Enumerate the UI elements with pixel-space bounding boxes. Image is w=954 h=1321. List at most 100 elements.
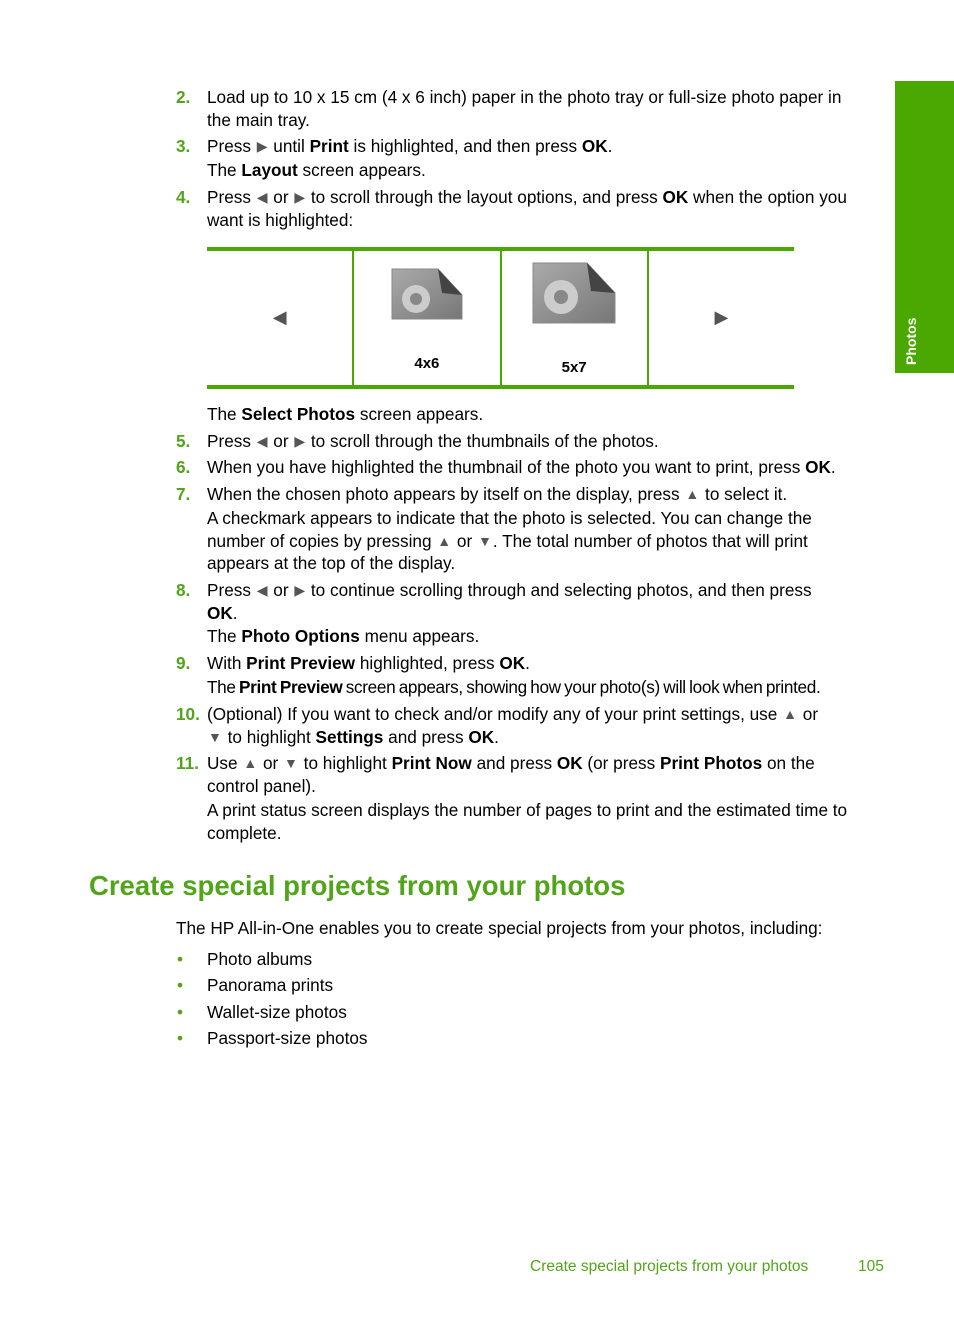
step-note: The Photo Options menu appears. (207, 625, 479, 648)
text: . (830, 457, 836, 477)
bold-text: Print Preview (239, 677, 343, 697)
down-arrow-icon: ▼ (208, 728, 222, 745)
bold-text: OK (499, 653, 526, 673)
text: or (268, 580, 294, 600)
text: . (607, 136, 613, 156)
text: to highlight (298, 753, 392, 773)
right-arrow-icon: ▶ (294, 582, 306, 598)
left-arrow-icon: ◀ (256, 582, 268, 598)
step-number: 3. (176, 136, 191, 156)
step-item: 4. Press ◀ or ▶ to scroll through the lay… (176, 186, 847, 231)
section-heading: Create special projects from your photos (89, 870, 626, 901)
right-arrow-icon: ▶ (294, 433, 306, 449)
step-item: 2. Load up to 10 x 15 cm (4 x 6 inch) pap… (176, 86, 842, 131)
text: (Optional) If you want to check and/or m… (207, 704, 783, 724)
step-note: The Select Photos screen appears. (207, 403, 483, 426)
bullet-text: Passport-size photos (207, 1028, 368, 1048)
document-page: Photos 2. Load up to 10 x 15 cm (4 x 6 in… (0, 0, 954, 1321)
bold-text: Print Now (391, 753, 472, 773)
text: Press (207, 136, 256, 156)
text: Press (207, 431, 256, 451)
photo-thumbnail-icon (391, 268, 463, 320)
bullet-item: • Wallet-size photos (177, 1001, 347, 1024)
text: highlighted, press (355, 653, 500, 673)
text: when the option you (688, 187, 847, 207)
step-note: A print status screen displays the numbe… (207, 799, 847, 844)
bullet-icon: • (177, 949, 184, 969)
bullet-icon: • (177, 1028, 184, 1048)
text: control panel). (207, 775, 316, 796)
text: or (268, 187, 294, 207)
left-arrow-icon: ◀ (256, 189, 268, 205)
text: . (494, 726, 499, 747)
text: The (207, 404, 242, 424)
text: When you have highlighted the thumbnail … (207, 457, 806, 477)
bullet-text: Wallet-size photos (207, 1002, 347, 1022)
step-number: 7. (176, 484, 191, 504)
bold-text: OK (805, 457, 831, 477)
step-item: 6. When you have highlighted the thumbnai… (176, 456, 836, 479)
step-item: 8. Press ◀ or ▶ to continue scrolling thr… (176, 579, 812, 624)
step-item: 9. With Print Preview highlighted, press … (176, 652, 530, 675)
step-item: 3. Press ▶ until Print is highlighted, an… (176, 135, 613, 158)
down-arrow-icon: ▼ (284, 755, 298, 771)
step-number: 11. (176, 753, 199, 773)
layout-cell-4x6: 4x6 (354, 251, 502, 385)
text: or (452, 530, 477, 551)
bullet-item: • Panorama prints (177, 974, 333, 997)
bold-text: OK (581, 136, 608, 156)
down-arrow-icon: ▼ (478, 532, 492, 549)
text: . (525, 653, 530, 673)
text: the main tray. (207, 109, 310, 130)
left-arrow-icon: ◀ (272, 307, 287, 327)
footer-title: Create special projects from your photos (530, 1258, 809, 1275)
layout-cell-next: ▶ (649, 251, 794, 385)
step-number: 9. (176, 653, 191, 673)
step-note: A checkmark appears to indicate that the… (207, 507, 812, 575)
text: to scroll through the thumbnails of the … (306, 431, 659, 451)
text: to highlight (222, 726, 316, 747)
step-number: 8. (176, 580, 191, 600)
right-arrow-icon: ▶ (294, 189, 306, 205)
side-tab-label: Photos (903, 317, 919, 365)
text: or (268, 431, 294, 451)
text: screen appears. (355, 404, 484, 424)
up-arrow-icon: ▲ (685, 486, 700, 502)
bold-text: Layout (241, 160, 298, 180)
text: Use (207, 753, 243, 773)
text: screen appears, showing how your photo(s… (342, 677, 821, 697)
bold-text: OK (556, 753, 583, 773)
step-item: 5. Press ◀ or ▶ to scroll through the thu… (176, 430, 659, 453)
text: screen appears. (297, 160, 426, 180)
text: . The total number of photos that will p… (492, 530, 808, 551)
text: and press (383, 726, 469, 747)
text: is highlighted, and then press (348, 136, 582, 156)
step-item: 11. Use ▲ or ▼ to highlight Print Now and… (176, 752, 815, 797)
bullet-icon: • (177, 975, 184, 995)
bold-text: Settings (315, 726, 384, 747)
page-number: 105 (858, 1258, 884, 1275)
text: Load up to 10 x 15 cm (4 x 6 inch) paper… (207, 87, 842, 107)
text: or (797, 704, 819, 724)
bold-text: OK (468, 726, 495, 747)
layout-cell-prev: ◀ (207, 251, 355, 385)
text: (or press (582, 753, 660, 773)
bold-text: Select Photos (241, 404, 356, 424)
text: Press (207, 580, 256, 600)
right-arrow-icon: ▶ (714, 307, 729, 327)
step-number: 4. (176, 187, 191, 207)
text: to scroll through the layout options, an… (306, 187, 663, 207)
text: Press (207, 187, 256, 207)
bullet-icon: • (177, 1002, 184, 1022)
bold-text: OK (207, 602, 233, 623)
text: When the chosen photo appears by itself … (207, 484, 685, 504)
left-arrow-icon: ◀ (256, 433, 268, 449)
text: until (268, 136, 310, 156)
text: . (232, 602, 238, 623)
bullet-item: • Photo albums (177, 948, 312, 971)
text: number of copies by pressing (207, 530, 437, 551)
text: The (207, 677, 239, 697)
bold-text: Photo Options (241, 626, 360, 646)
text: or (258, 753, 284, 773)
text: and press (471, 753, 557, 773)
